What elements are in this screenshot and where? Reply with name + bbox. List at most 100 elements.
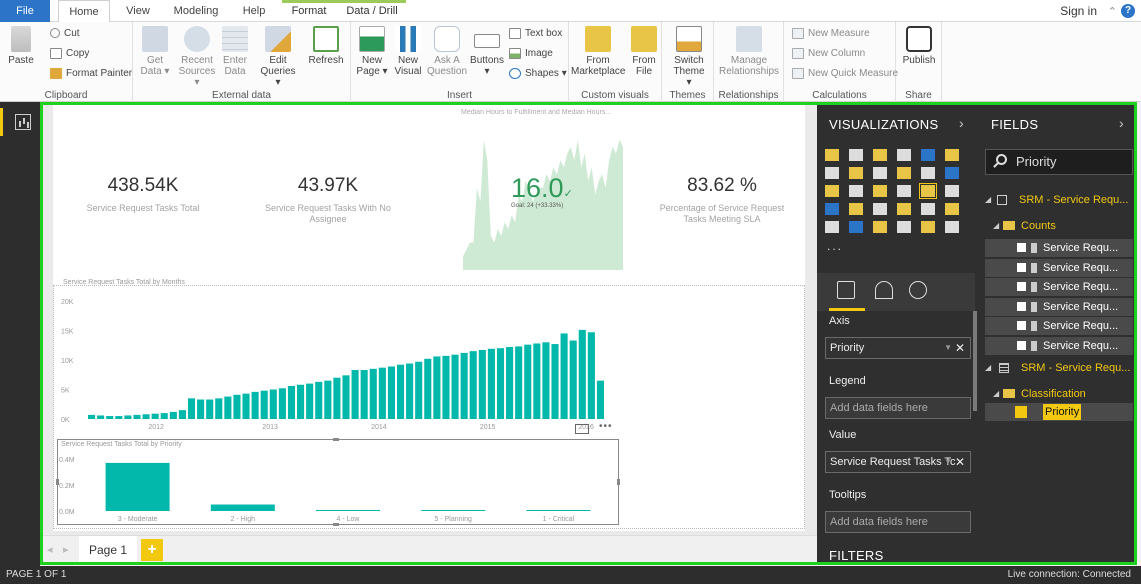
tab-data-drill[interactable]: Data / Drill [340,0,404,22]
report-view-button[interactable] [0,108,40,136]
resize-handle-right[interactable] [617,479,620,485]
stacked-area-visual-icon[interactable] [873,167,887,179]
value-well-field[interactable]: Service Request Tasks Tc ▼ ✕ [825,451,971,473]
scatter-visual-icon[interactable] [849,185,863,197]
remove-field-icon[interactable]: ✕ [955,452,965,472]
checked-checkbox-icon[interactable] [1017,243,1026,252]
tab-modeling[interactable]: Modeling [166,0,226,22]
format-roller-icon[interactable] [875,281,893,299]
kpi-card-sla[interactable]: 83.62 % Percentage of Service Request Ta… [651,175,793,225]
tab-format[interactable]: Format [284,0,334,22]
filters-header[interactable]: FILTERS [829,548,884,563]
chevron-down-icon[interactable]: ▼ [944,338,952,358]
field-row-measure[interactable]: Service Requ... [985,258,1133,277]
field-row-measure[interactable]: Service Requ... [985,278,1133,296]
help-icon[interactable]: ? [1121,4,1135,18]
refresh-button[interactable]: Refresh [307,26,345,66]
tab-view[interactable]: View [118,0,158,22]
ask-question-button[interactable]: Ask A Question [427,26,467,77]
globe-visual-icon[interactable] [945,221,959,233]
new-page-button[interactable]: New Page ▾ [355,26,389,77]
tab-file[interactable]: File [0,0,50,22]
chevron-down-icon[interactable]: ▼ [944,452,952,472]
table-node-srm-2[interactable]: ◢ SRM - Service Requ... [979,359,1137,377]
stacked-column-visual-icon[interactable] [849,149,863,161]
clustered-bar-visual-icon[interactable] [873,149,887,161]
from-file-button[interactable]: From File [629,26,659,77]
checked-checkbox-icon[interactable] [1017,321,1026,330]
tab-help[interactable]: Help [234,0,274,22]
priority-bar-chart[interactable]: 0.4M 0.2M 0.0M 3 - Moderate 2 - High 4 - Low 5… [59,449,615,525]
r-script-visual-icon[interactable] [897,221,911,233]
new-measure-button[interactable]: New Measure [792,26,870,42]
edit-queries-button[interactable]: Edit Queries ▾ [257,26,299,88]
collapse-ribbon-icon[interactable]: ⌃ [1108,5,1117,18]
filled-map-visual-icon[interactable] [825,203,839,215]
line-column-visual-icon[interactable] [897,167,911,179]
table-selected-visual-icon[interactable] [919,183,937,199]
matrix-visual-icon[interactable] [873,221,887,233]
100-column-visual-icon[interactable] [945,149,959,161]
legend-drop-zone[interactable]: Add data fields here [825,397,971,419]
new-quick-measure-button[interactable]: New Quick Measure [792,66,898,82]
buttons-button[interactable]: Buttons ▾ [469,26,505,77]
new-column-button[interactable]: New Column [792,46,865,62]
publish-button[interactable]: Publish [900,26,938,66]
new-visual-button[interactable]: New Visual [393,26,423,77]
field-row-measure[interactable]: Service Requ... [985,336,1133,355]
image-button[interactable]: Image [509,46,553,62]
report-page[interactable]: 438.54K Service Request Tasks Total 43.9… [53,105,805,531]
sign-in-link[interactable]: Sign in [1060,0,1097,22]
collapse-visualizations-icon[interactable]: › [959,115,964,131]
folder-node-counts[interactable]: ◢ Counts [979,217,1137,235]
slicer-visual-icon[interactable] [825,221,839,233]
checked-checkbox-icon[interactable] [1017,262,1026,272]
folder-node-classification[interactable]: ◢ Classification [979,385,1137,403]
switch-theme-button[interactable]: Switch Theme ▾ [670,26,708,88]
field-row-measure[interactable]: Service Requ... [985,317,1133,335]
donut-visual-icon[interactable] [897,185,911,197]
copy-button[interactable]: Copy [50,46,89,62]
recent-sources-button[interactable]: Recent Sources ▾ [175,26,219,88]
shapes-button[interactable]: Shapes ▾ [509,66,567,82]
more-visuals-icon[interactable]: ... [827,239,843,253]
table-visual-icon[interactable] [849,221,863,233]
pane-scrollbar[interactable] [973,311,977,411]
area-visual-icon[interactable] [849,167,863,179]
checked-checkbox-icon[interactable] [1017,301,1026,311]
pie-visual-icon[interactable] [873,185,887,197]
enter-data-button[interactable]: Enter Data [221,26,249,77]
field-row-measure[interactable]: Service Requ... [985,239,1133,257]
checked-checkbox-icon[interactable] [1017,340,1026,350]
field-row-priority[interactable]: Priority [985,403,1133,421]
tab-home[interactable]: Home [58,0,110,23]
100-bar-visual-icon[interactable] [921,149,935,161]
table-node-srm-1[interactable]: ◢ SRM - Service Requ... [979,191,1137,209]
paste-button[interactable]: Paste [4,26,38,66]
page-tab-page1[interactable]: Page 1 [79,536,137,564]
clustered-column-visual-icon[interactable] [897,149,911,161]
from-marketplace-button[interactable]: From Marketplace [571,26,625,77]
checked-checkbox-icon[interactable] [1015,406,1027,418]
gauge-visual-icon[interactable] [873,203,887,215]
remove-field-icon[interactable]: ✕ [955,338,965,358]
cut-button[interactable]: Cut [50,26,80,42]
funnel-visual-icon[interactable] [849,203,863,215]
kpi-card-tasks-total[interactable]: 438.54K Service Request Tasks Total [83,175,203,214]
field-row-measure[interactable]: Service Requ... [985,297,1133,316]
kpi-card-no-assignee[interactable]: 43.97K Service Request Tasks With No Ass… [258,175,398,225]
line-clustered-visual-icon[interactable] [921,167,935,179]
kpi-visual-icon[interactable] [945,203,959,215]
prev-page-icon[interactable]: ◂ [47,543,53,556]
line-visual-icon[interactable] [825,167,839,179]
tooltips-drop-zone[interactable]: Add data fields here [825,511,971,533]
collapse-fields-icon[interactable]: › [1119,115,1124,131]
text-box-button[interactable]: Text box [509,26,562,42]
next-page-icon[interactable]: ▸ [63,543,69,556]
multirow-card-visual-icon[interactable] [921,203,935,215]
card-visual-icon[interactable] [897,203,911,215]
ribbon-visual-icon[interactable] [945,167,959,179]
manage-relationships-button[interactable]: Manage Relationships [718,26,780,77]
format-painter-button[interactable]: Format Painter [50,66,132,82]
python-visual-icon[interactable] [921,221,935,233]
